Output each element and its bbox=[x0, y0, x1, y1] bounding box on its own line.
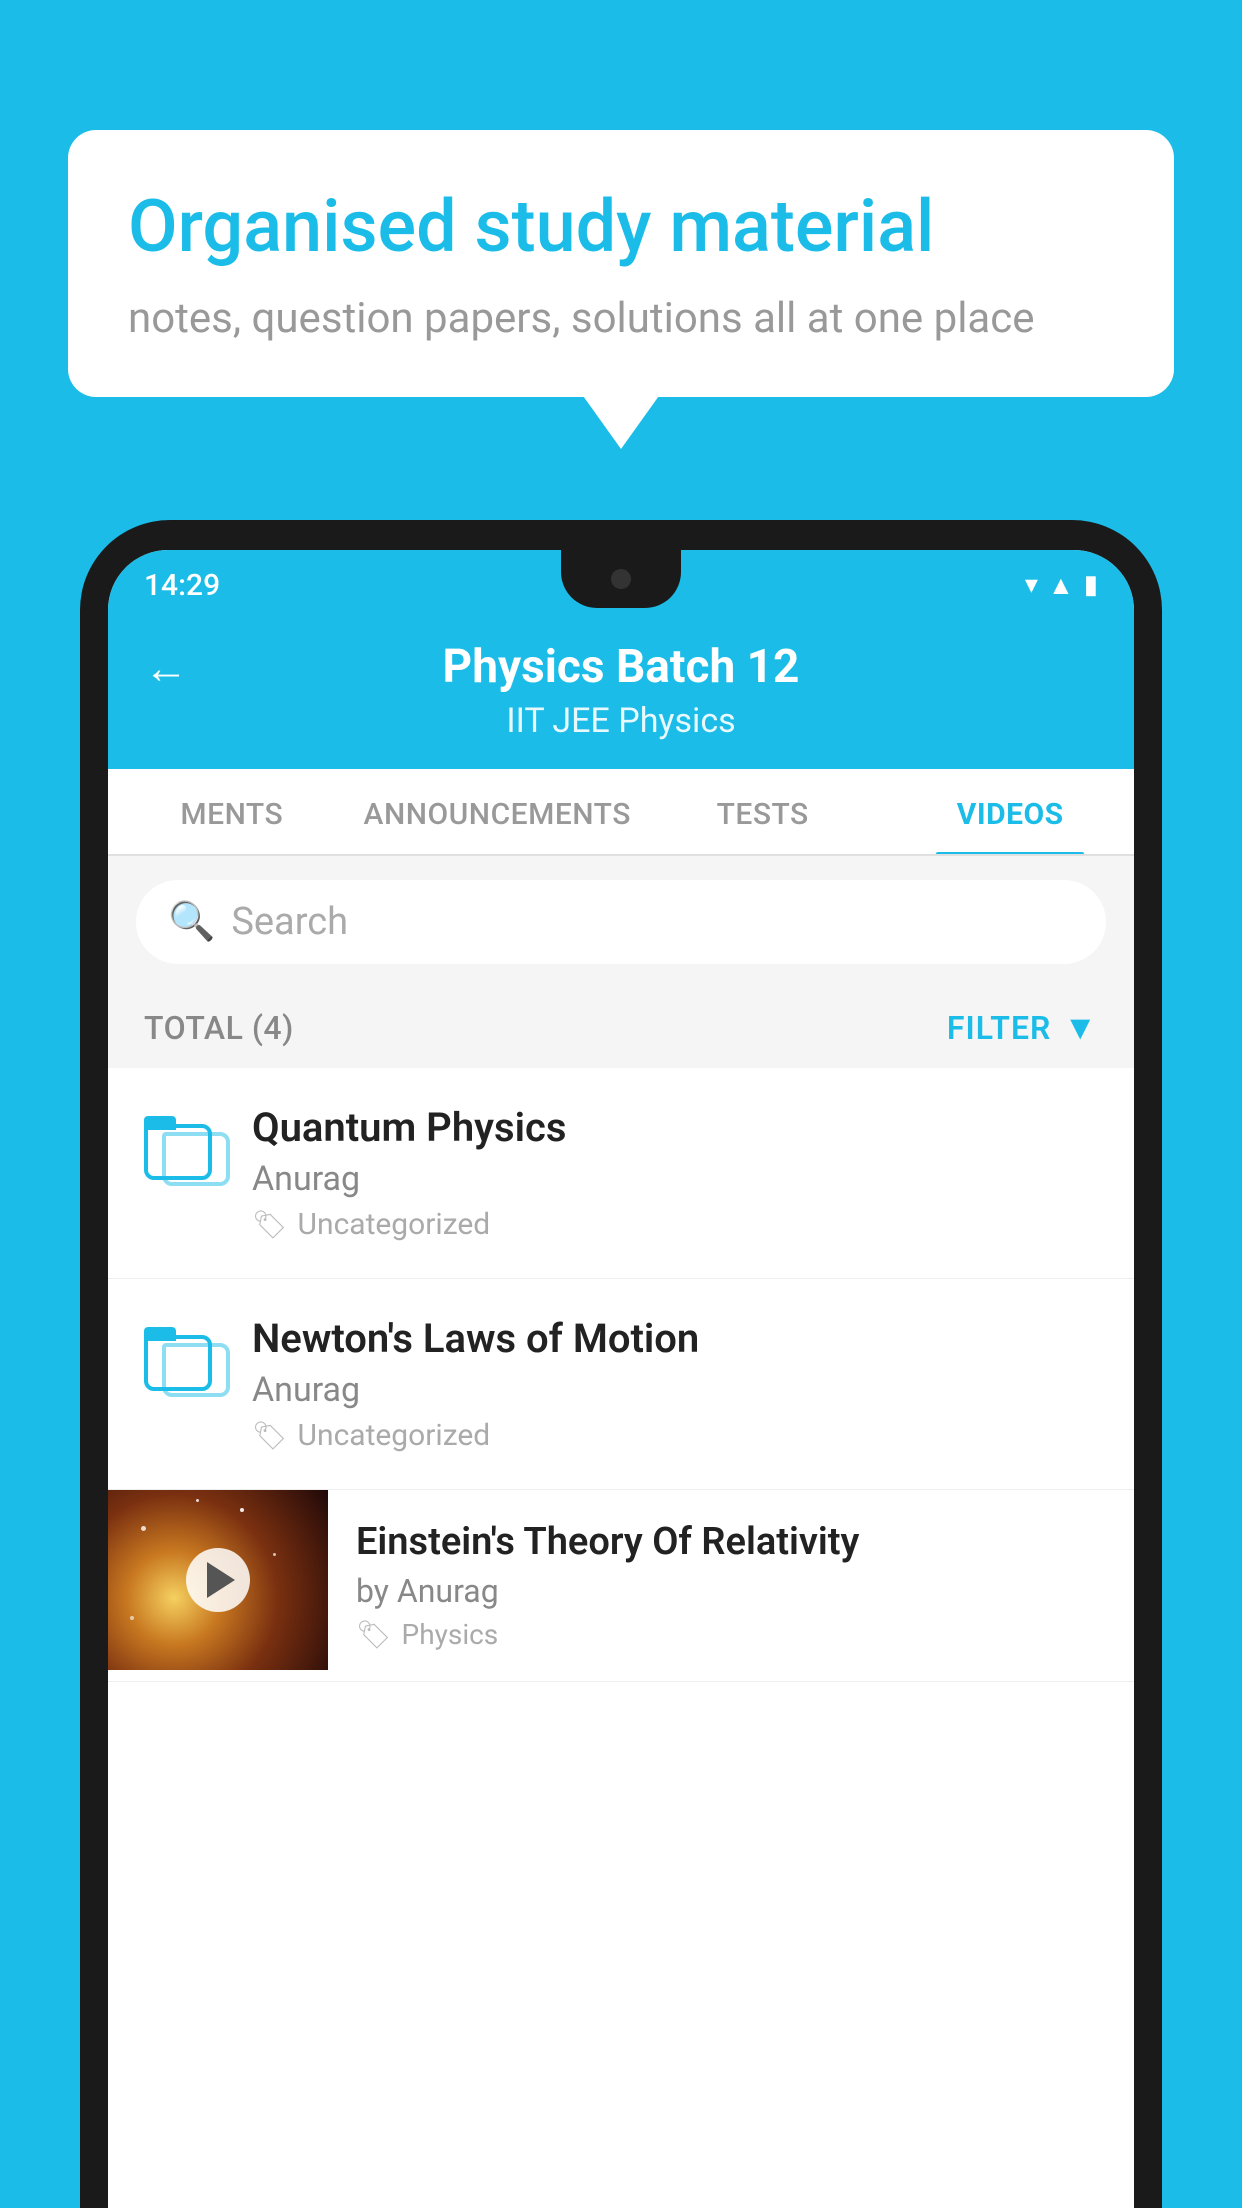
tag-icon: 🏷 bbox=[356, 1618, 392, 1651]
status-icons: ▾ ▲ ▮ bbox=[1025, 570, 1098, 601]
thumb-content: Einstein's Theory Of Relativity by Anura… bbox=[328, 1490, 1134, 1681]
filter-row: TOTAL (4) FILTER ▼ bbox=[108, 988, 1134, 1068]
tag-label: Uncategorized bbox=[298, 1207, 491, 1242]
video-tag: 🏷 Uncategorized bbox=[252, 1418, 1098, 1453]
video-author: Anurag bbox=[252, 1370, 1098, 1410]
folder-icon bbox=[144, 1321, 230, 1397]
app-header: ← Physics Batch 12 IIT JEE Physics bbox=[108, 620, 1134, 769]
status-time: 14:29 bbox=[144, 568, 220, 603]
tab-videos[interactable]: VIDEOS bbox=[886, 769, 1134, 854]
list-item[interactable]: Quantum Physics Anurag 🏷 Uncategorized bbox=[108, 1068, 1134, 1279]
back-button[interactable]: ← bbox=[144, 642, 188, 694]
camera-dot bbox=[611, 569, 631, 589]
wifi-icon: ▾ bbox=[1025, 570, 1038, 600]
search-icon: 🔍 bbox=[168, 900, 215, 944]
signal-icon: ▲ bbox=[1048, 570, 1074, 601]
total-count: TOTAL (4) bbox=[144, 1009, 294, 1047]
phone-frame: 14:29 ▾ ▲ ▮ ← Physics Batch 12 IIT JEE P… bbox=[80, 520, 1162, 2208]
tag-icon: 🏷 bbox=[252, 1208, 288, 1241]
item-content: Newton's Laws of Motion Anurag 🏷 Uncateg… bbox=[252, 1315, 1098, 1453]
folder-icon-wrap bbox=[144, 1110, 224, 1190]
video-list: Quantum Physics Anurag 🏷 Uncategorized bbox=[108, 1068, 1134, 1682]
video-author: Anurag bbox=[252, 1159, 1098, 1199]
list-item-thumb[interactable]: Einstein's Theory Of Relativity by Anura… bbox=[108, 1490, 1134, 1682]
tab-ments[interactable]: MENTS bbox=[108, 769, 356, 854]
video-title: Quantum Physics bbox=[252, 1104, 1098, 1151]
filter-label: FILTER bbox=[947, 1009, 1051, 1047]
status-bar: 14:29 ▾ ▲ ▮ bbox=[108, 550, 1134, 620]
video-tag: 🏷 Uncategorized bbox=[252, 1207, 1098, 1242]
filter-icon: ▼ bbox=[1063, 1008, 1098, 1048]
header-title: Physics Batch 12 bbox=[144, 640, 1098, 695]
battery-icon: ▮ bbox=[1084, 570, 1098, 600]
speech-bubble-container: Organised study material notes, question… bbox=[68, 130, 1174, 397]
play-icon bbox=[207, 1562, 235, 1598]
phone-inner: 14:29 ▾ ▲ ▮ ← Physics Batch 12 IIT JEE P… bbox=[108, 550, 1134, 2208]
search-bar[interactable]: 🔍 Search bbox=[136, 880, 1106, 964]
play-button[interactable] bbox=[186, 1548, 250, 1612]
tag-icon: 🏷 bbox=[252, 1419, 288, 1452]
list-item[interactable]: Newton's Laws of Motion Anurag 🏷 Uncateg… bbox=[108, 1279, 1134, 1490]
search-container: 🔍 Search bbox=[108, 856, 1134, 988]
tag-label: Physics bbox=[402, 1618, 499, 1651]
video-tag: 🏷 Physics bbox=[356, 1618, 1106, 1651]
bubble-title: Organised study material bbox=[128, 184, 1114, 270]
tabs-bar: MENTS ANNOUNCEMENTS TESTS VIDEOS bbox=[108, 769, 1134, 856]
video-title: Newton's Laws of Motion bbox=[252, 1315, 1098, 1362]
tag-label: Uncategorized bbox=[298, 1418, 491, 1453]
video-title: Einstein's Theory Of Relativity bbox=[356, 1520, 1106, 1564]
folder-icon bbox=[144, 1110, 230, 1186]
phone-notch bbox=[561, 550, 681, 608]
search-placeholder: Search bbox=[231, 900, 348, 944]
bubble-subtitle: notes, question papers, solutions all at… bbox=[128, 294, 1114, 343]
filter-button[interactable]: FILTER ▼ bbox=[947, 1008, 1098, 1048]
tab-announcements[interactable]: ANNOUNCEMENTS bbox=[356, 769, 639, 854]
video-thumbnail bbox=[108, 1490, 328, 1670]
item-content: Quantum Physics Anurag 🏷 Uncategorized bbox=[252, 1104, 1098, 1242]
video-author: by Anurag bbox=[356, 1572, 1106, 1610]
tab-tests[interactable]: TESTS bbox=[639, 769, 887, 854]
header-subtitle: IIT JEE Physics bbox=[144, 701, 1098, 741]
speech-bubble: Organised study material notes, question… bbox=[68, 130, 1174, 397]
folder-icon-wrap bbox=[144, 1321, 224, 1401]
